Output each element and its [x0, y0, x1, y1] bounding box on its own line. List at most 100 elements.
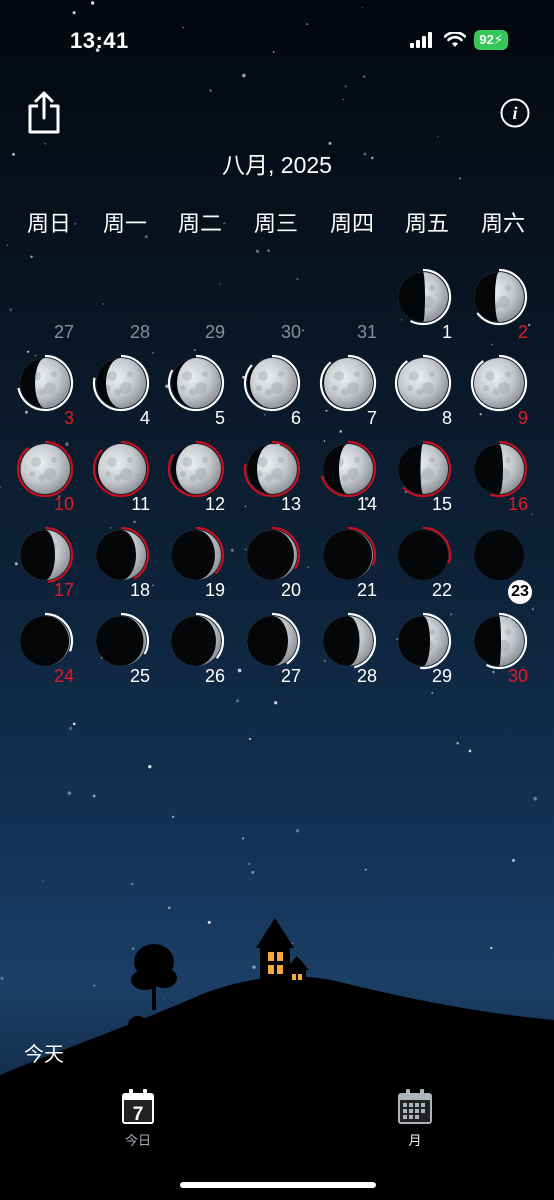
day-cell[interactable]: 21	[307, 524, 377, 604]
day-number: 7	[366, 408, 377, 428]
day-cell[interactable]: 6	[231, 352, 301, 432]
moon-phase-icon	[167, 354, 225, 412]
weekday-label: 周五	[404, 211, 449, 236]
star	[67, 791, 72, 795]
star	[295, 829, 300, 833]
moon-phase-icon	[92, 440, 150, 498]
day-number: 20	[280, 580, 301, 600]
weekday-label: 周六	[480, 211, 525, 236]
day-cell[interactable]: 4	[80, 352, 150, 432]
day-cell[interactable]: 8	[382, 352, 452, 432]
star	[431, 692, 434, 694]
day-cell[interactable]: 7	[307, 352, 377, 432]
day-number: 3	[63, 408, 74, 428]
day-number: 19	[204, 580, 225, 600]
moon-phase-icon	[16, 612, 74, 670]
moon-phase-icon	[92, 354, 150, 412]
star	[468, 749, 472, 753]
star	[364, 868, 367, 871]
day-cell[interactable]: 2	[458, 266, 528, 346]
signal-icon	[410, 32, 433, 48]
tab-today[interactable]: 7 今日	[114, 1088, 162, 1149]
calendar-month-icon	[398, 1089, 432, 1124]
star	[148, 764, 152, 769]
tab-today-label: 今日	[124, 1133, 151, 1148]
day-cell[interactable]: 18	[80, 524, 150, 604]
moon-phase-icon	[16, 526, 74, 584]
day-cell[interactable]: 1	[382, 266, 452, 346]
star	[151, 351, 155, 354]
moon-phase-icon	[474, 530, 524, 580]
day-number: 29	[204, 322, 225, 342]
day-number: 22	[431, 580, 452, 600]
star	[130, 882, 134, 886]
day-cell: 30	[231, 266, 301, 346]
day-cell[interactable]: 17	[4, 524, 74, 604]
battery-level: 92	[479, 32, 494, 47]
star	[68, 726, 73, 731]
day-cell[interactable]: 22	[382, 524, 452, 604]
day-cell[interactable]: 24	[4, 610, 74, 690]
weekday-label: 周一	[102, 211, 147, 236]
tab-month[interactable]: 月	[392, 1088, 438, 1149]
day-cell[interactable]: 9	[458, 352, 528, 432]
moon-phase-icon	[243, 612, 301, 670]
weekday-label: 周二	[177, 211, 222, 236]
day-number: 4	[139, 408, 150, 428]
moon-phase-icon	[167, 526, 225, 584]
day-cell[interactable]: 14	[307, 438, 377, 518]
day-cell[interactable]: 5	[155, 352, 225, 432]
day-cell[interactable]: 25	[80, 610, 150, 690]
day-cell[interactable]: 26	[155, 610, 225, 690]
calendar-day-icon: 7	[122, 1089, 154, 1125]
day-number: 28	[129, 322, 150, 342]
day-cell[interactable]: 23	[458, 524, 532, 604]
day-cell[interactable]: 28	[307, 610, 377, 690]
day-number: 10	[53, 494, 74, 514]
moon-phase-icon	[394, 440, 452, 498]
day-cell[interactable]: 10	[4, 438, 74, 518]
day-number: 2	[517, 322, 528, 342]
day-cell[interactable]: 15	[382, 438, 452, 518]
star	[437, 135, 439, 138]
star	[30, 255, 33, 259]
day-number: 1	[441, 322, 452, 342]
day-cell[interactable]: 20	[231, 524, 301, 604]
star	[530, 513, 533, 516]
day-cell[interactable]: 30	[458, 610, 528, 690]
day-number: 30	[280, 322, 301, 342]
moon-phase-icon	[319, 612, 377, 670]
day-number: 25	[129, 666, 150, 686]
day-cell[interactable]: 19	[155, 524, 225, 604]
star	[171, 815, 175, 819]
day-cell[interactable]: 16	[458, 438, 528, 518]
star	[92, 794, 96, 798]
star	[511, 858, 516, 862]
moon-phase-icon	[243, 526, 301, 584]
star	[249, 737, 252, 740]
day-cell[interactable]: 11	[80, 438, 150, 518]
day-cell[interactable]: 12	[155, 438, 225, 518]
day-number: 24	[53, 666, 74, 686]
day-cell[interactable]: 27	[231, 610, 301, 690]
star	[344, 85, 347, 88]
day-number: 11	[131, 494, 150, 514]
day-cell: 29	[155, 266, 225, 346]
day-number: 9	[517, 408, 528, 428]
info-icon[interactable]: i	[500, 98, 530, 128]
star	[251, 870, 255, 874]
share-icon[interactable]	[26, 90, 62, 134]
star	[328, 141, 332, 145]
today-button[interactable]: 今天	[24, 1038, 64, 1067]
star	[456, 741, 459, 745]
moon-phase-icon	[394, 268, 452, 326]
day-cell[interactable]: 29	[382, 610, 452, 690]
moon-phase-icon	[394, 354, 452, 412]
moon-phase-icon	[243, 354, 301, 412]
star	[267, 249, 270, 252]
day-cell[interactable]: 3	[4, 352, 74, 432]
star	[41, 880, 44, 882]
day-number: 16	[507, 494, 528, 514]
day-cell[interactable]: 13	[231, 438, 301, 518]
day-number: 13	[280, 494, 301, 514]
